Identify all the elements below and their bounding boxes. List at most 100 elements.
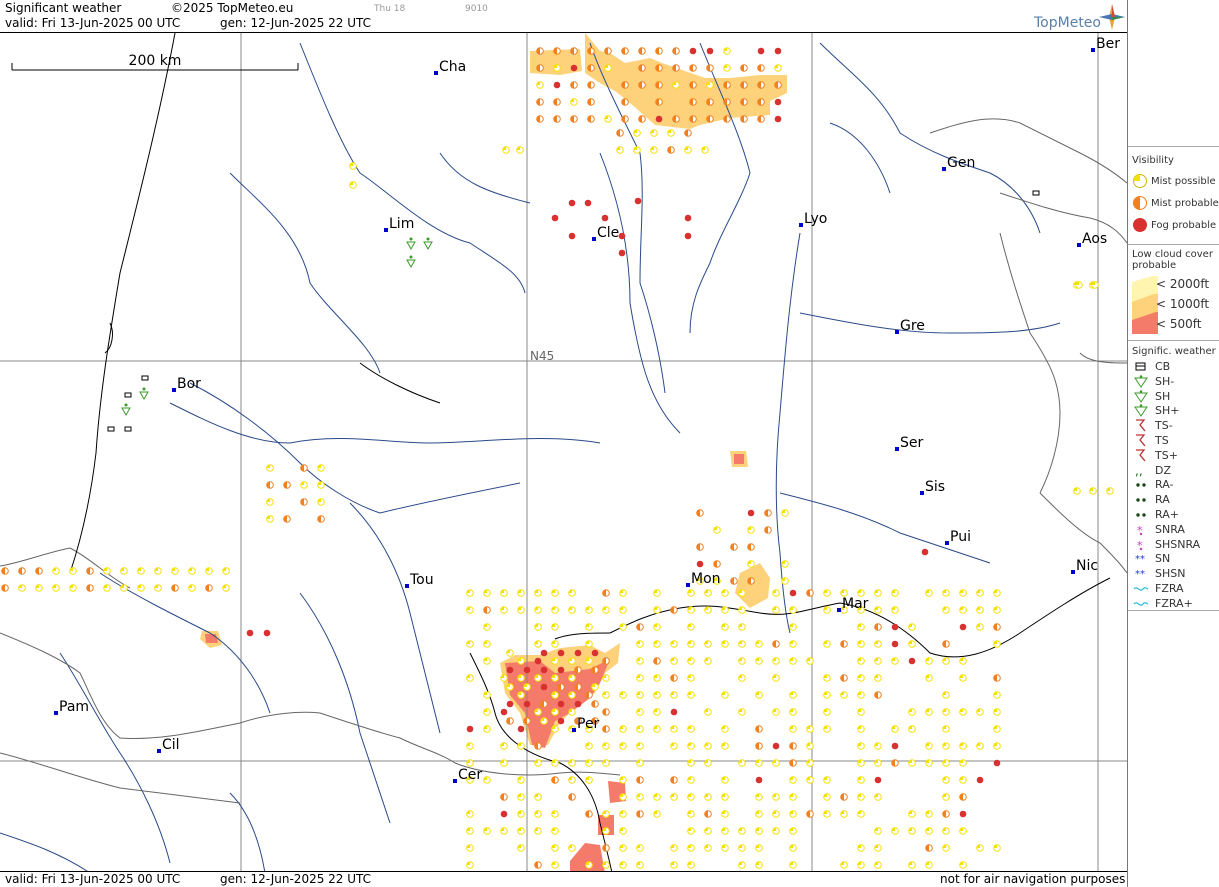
mist-possible-icon xyxy=(103,584,111,592)
day-code: Thu 18 xyxy=(374,4,406,14)
mist-possible-icon xyxy=(755,691,763,699)
mist-possible-icon xyxy=(670,793,678,801)
mist-possible-icon xyxy=(1133,174,1147,188)
mist-possible-icon xyxy=(517,657,525,665)
mist-possible-icon xyxy=(506,683,514,691)
mist-probable-icon xyxy=(730,577,738,585)
mist-probable-icon xyxy=(840,674,848,682)
snow-rain-icon: * xyxy=(1137,524,1143,536)
legend-sigwx-item: TS+ xyxy=(1132,449,1178,462)
mist-possible-icon xyxy=(517,810,525,818)
city-per[interactable]: Per xyxy=(572,716,600,732)
city-mon[interactable]: Mon xyxy=(686,571,721,587)
mist-possible-icon xyxy=(171,567,179,575)
city-label: Ser xyxy=(900,435,924,451)
low-cloud-areas xyxy=(200,33,787,871)
legend-sigwx-item: TS xyxy=(1132,434,1169,447)
shower-light-icon xyxy=(1134,374,1148,388)
mist-possible-icon xyxy=(568,691,576,699)
mist-possible-icon xyxy=(925,589,933,597)
cb-icon xyxy=(124,392,132,398)
city-nic[interactable]: Nic xyxy=(1071,558,1098,574)
city-cha[interactable]: Cha xyxy=(434,59,466,75)
rivers xyxy=(0,42,1061,871)
city-mar[interactable]: Mar xyxy=(837,596,869,612)
city-cle[interactable]: Cle xyxy=(592,225,619,241)
mist-possible-icon xyxy=(857,793,865,801)
city-gre[interactable]: Gre xyxy=(895,318,925,334)
legend-lowcloud-label: < 2000ft xyxy=(1156,277,1210,291)
mist-possible-icon xyxy=(687,623,695,631)
mist-possible-icon xyxy=(755,657,763,665)
mist-probable-icon xyxy=(523,717,531,725)
fog-icon xyxy=(568,199,576,207)
mist-possible-icon xyxy=(942,793,950,801)
thunder-heavy-icon xyxy=(1136,449,1146,462)
mist-probable-icon xyxy=(585,691,593,699)
city-bor[interactable]: Bor xyxy=(172,376,201,392)
mist-possible-icon xyxy=(959,861,967,869)
weather-map[interactable]: N45 200 km Cha Ber Lim Cle Lyo Gen Aos G… xyxy=(0,32,1127,872)
mist-probable-icon xyxy=(587,64,595,72)
mist-possible-icon xyxy=(570,98,578,106)
mist-probable-icon xyxy=(205,584,213,592)
mist-possible-icon xyxy=(500,742,508,750)
fog-icon xyxy=(466,725,474,733)
city-pui[interactable]: Pui xyxy=(945,529,971,545)
city-sis[interactable]: Sis xyxy=(920,479,945,495)
fog-icon xyxy=(534,657,542,665)
mist-possible-icon xyxy=(585,776,593,784)
mist-possible-icon xyxy=(602,759,610,767)
mist-possible-icon xyxy=(908,810,916,818)
mist-possible-icon xyxy=(713,526,721,534)
mist-possible-icon xyxy=(823,708,831,716)
city-gen[interactable]: Gen xyxy=(942,155,975,171)
city-cer[interactable]: Cer xyxy=(453,767,482,783)
mist-possible-icon xyxy=(704,589,712,597)
mist-probable-icon xyxy=(730,543,738,551)
mist-possible-icon xyxy=(704,708,712,716)
mist-probable-icon xyxy=(993,674,1001,682)
city-aos[interactable]: Aos xyxy=(1077,231,1107,247)
mist-possible-icon xyxy=(857,742,865,750)
mist-possible-icon xyxy=(672,81,680,89)
mist-possible-icon xyxy=(585,861,593,869)
city-tou[interactable]: Tou xyxy=(405,572,434,588)
shower-icon xyxy=(406,237,416,251)
mist-possible-icon xyxy=(551,827,559,835)
mist-possible-icon xyxy=(120,567,128,575)
city-ber[interactable]: Ber xyxy=(1091,36,1120,52)
mist-probable-icon xyxy=(723,115,731,123)
city-cil[interactable]: Cil xyxy=(157,737,180,753)
mist-possible-icon xyxy=(653,674,661,682)
mist-probable-icon xyxy=(653,657,661,665)
fog-icon xyxy=(891,623,899,631)
mist-possible-icon xyxy=(704,793,712,801)
mist-possible-icon xyxy=(670,844,678,852)
visibility-title: Visibility xyxy=(1132,155,1174,166)
mist-possible-icon xyxy=(738,589,746,597)
mist-possible-icon xyxy=(772,810,780,818)
mist-probable-icon xyxy=(655,81,663,89)
mist-probable-icon xyxy=(574,666,582,674)
mist-possible-icon xyxy=(942,589,950,597)
city-pam[interactable]: Pam xyxy=(54,699,89,715)
fog-icon xyxy=(506,700,514,708)
mist-possible-icon xyxy=(823,793,831,801)
legend-visibility-label: Fog probable xyxy=(1151,219,1217,231)
city-lim[interactable]: Lim xyxy=(384,216,414,232)
city-lyo[interactable]: Lyo xyxy=(799,211,827,227)
mist-possible-icon xyxy=(976,606,984,614)
legend-visibility-item: Mist possible xyxy=(1132,173,1216,189)
city-ser[interactable]: Ser xyxy=(895,435,924,451)
fog-icon xyxy=(506,666,514,674)
mist-possible-icon xyxy=(993,708,1001,716)
freezing-rain-icon xyxy=(1133,587,1149,591)
mist-possible-icon xyxy=(687,793,695,801)
fog-icon xyxy=(993,759,1001,767)
mist-possible-icon xyxy=(636,725,644,733)
logo-text: TopMeteo xyxy=(1034,15,1101,31)
rain-heavy-icon xyxy=(1136,513,1146,517)
mist-possible-icon xyxy=(993,725,1001,733)
mist-probable-icon xyxy=(655,64,663,72)
